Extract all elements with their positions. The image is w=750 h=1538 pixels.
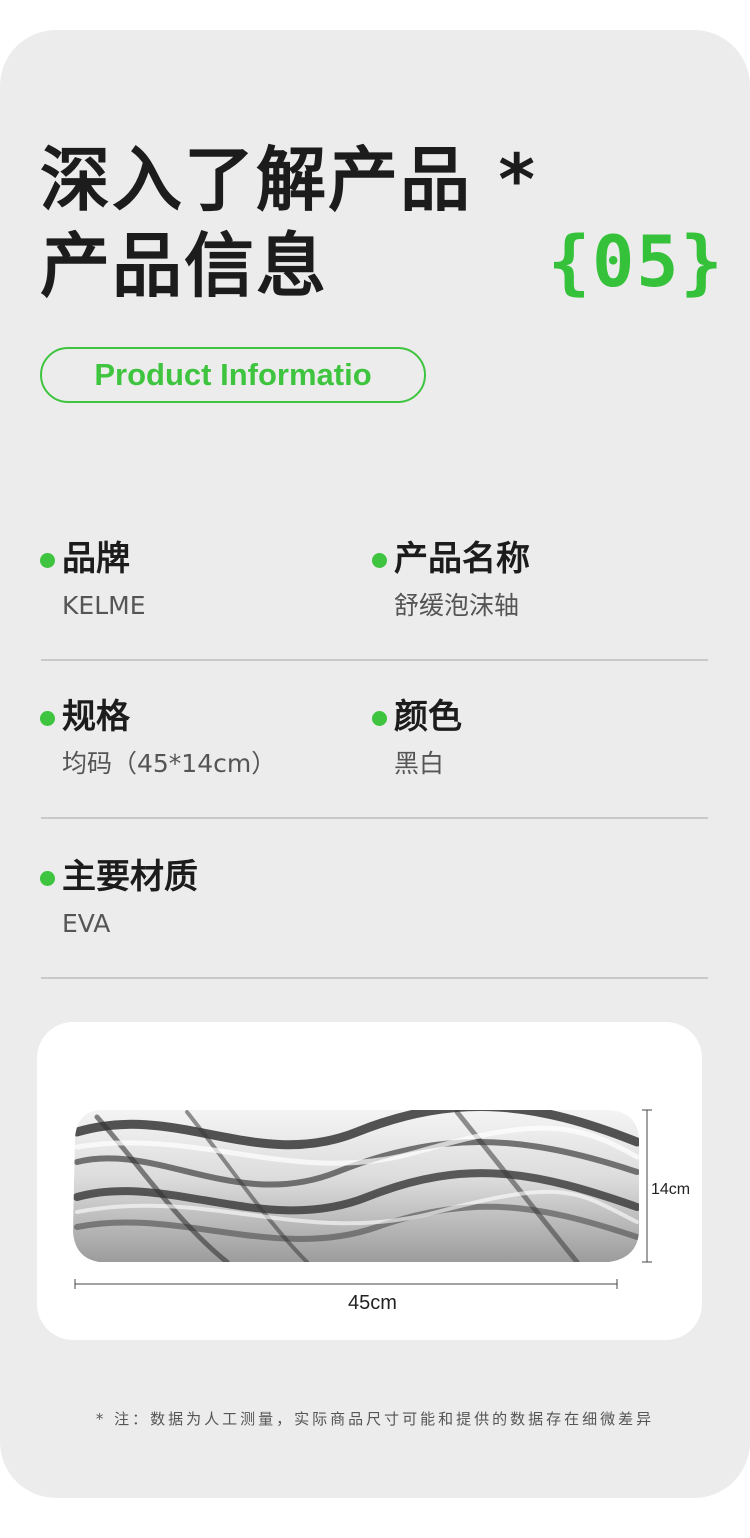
spec-value: 黑白 (394, 749, 445, 778)
spec-label: 产品名称 (394, 539, 530, 579)
divider (41, 977, 708, 979)
bullet-dot-icon (40, 553, 55, 568)
bullet-dot-icon (40, 871, 55, 886)
measurement-note: * 注：数据为人工测量，实际商品尺寸可能和提供的数据存在细微差异 (95, 1410, 655, 1428)
section-subtitle: 产品信息 (40, 225, 328, 307)
height-dimension-label: 14cm (651, 1181, 691, 1198)
spec-value: 均码（45*14cm） (62, 749, 277, 778)
width-dimension-label: 45cm (348, 1292, 397, 1314)
bullet-dot-icon (372, 553, 387, 568)
spec-label: 主要材质 (62, 857, 198, 897)
spec-label: 颜色 (394, 697, 462, 737)
spec-value: EVA (62, 909, 111, 938)
bullet-dot-icon (40, 711, 55, 726)
bullet-dot-icon (372, 711, 387, 726)
divider (41, 659, 708, 661)
spec-label: 品牌 (62, 539, 130, 579)
spec-value: KELME (62, 591, 146, 620)
spec-label: 规格 (62, 697, 130, 737)
spec-value: 舒缓泡沫轴 (394, 591, 520, 620)
product-info-tag: Product Informatio (40, 347, 426, 403)
divider (41, 817, 708, 819)
section-number: {05} (548, 221, 725, 303)
product-image-panel: 14cm 45cm (37, 1022, 702, 1340)
section-title: 深入了解产品 * (40, 139, 537, 221)
